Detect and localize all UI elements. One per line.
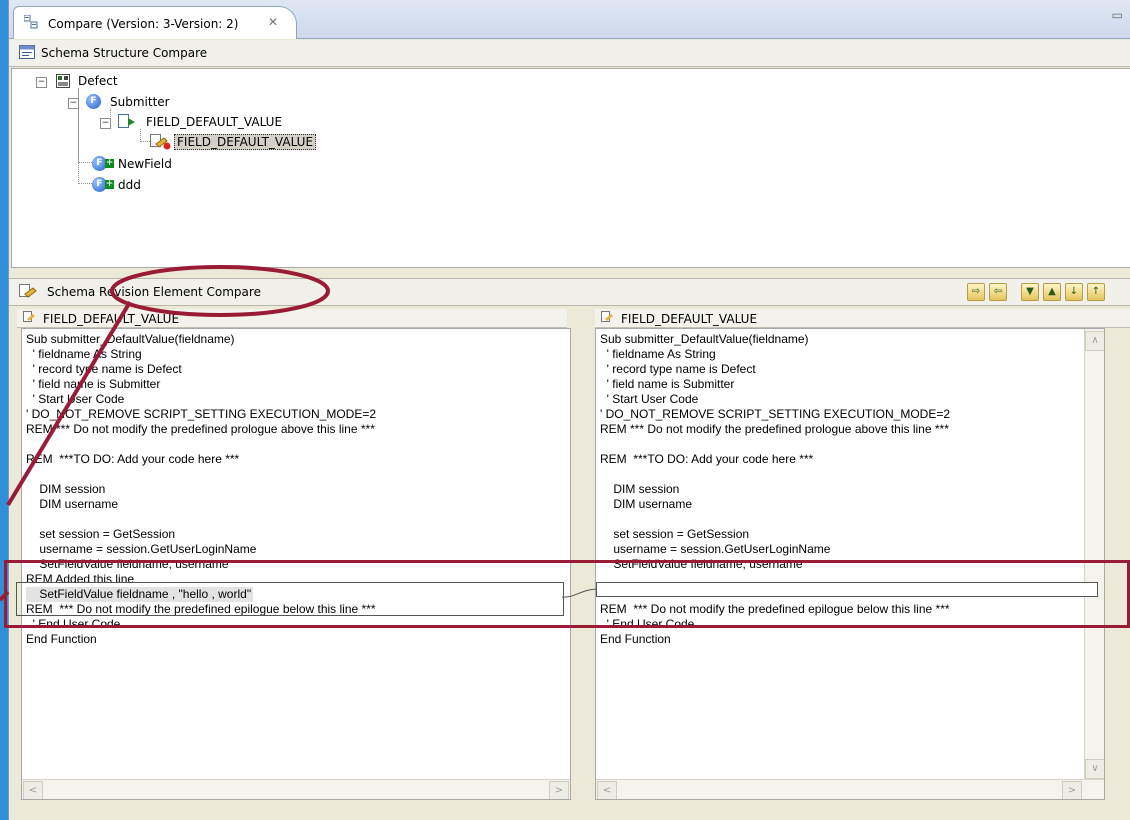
annotation-overlay <box>0 265 597 602</box>
annotation-ellipse <box>110 265 330 317</box>
annotation-line <box>6 300 132 507</box>
annotation-highlight-box <box>4 560 1130 628</box>
